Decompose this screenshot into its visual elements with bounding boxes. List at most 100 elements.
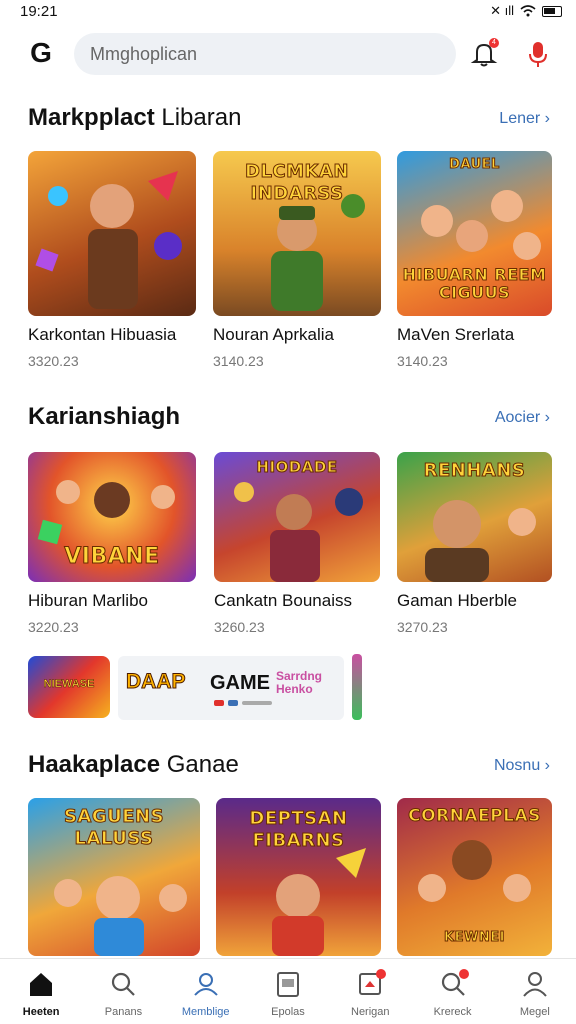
nav-item-home[interactable]: Heeten [0,959,82,1024]
search-input[interactable]: Mmghoplican [74,33,456,75]
nav-label: Nerigan [351,1006,390,1018]
nav-label: Memblige [181,1006,230,1018]
game-logo-text: HIODADE [256,458,338,477]
game-thumbnail: HIODADE [214,452,380,582]
section-title-bold: Haakaplace [28,751,161,778]
game-title: Nouran Aprkalia [213,325,334,344]
section-title-3: Haakaplace Ganae [28,751,239,779]
game-meta: 3260.23 [214,619,265,635]
game-logo-text: SAGUENS LALUSS [63,806,165,850]
game-card[interactable]: SAGUENS LALUSS [28,798,200,956]
nav-item-profile[interactable]: Megel [494,959,576,1024]
game-title: Hiburan Marlibo [28,591,148,610]
profile-icon [523,972,547,997]
game-logo-bottom-text: KEWNEI [444,930,505,946]
notifications-button[interactable]: 4 [468,38,500,70]
game-thumbnail: VIBANE [28,452,196,582]
promo-dot [242,701,272,705]
game-logo-text: DLCMKAN INDARSS [245,161,349,205]
nav-label: Megel [519,1006,550,1018]
home-icon [30,973,53,996]
game-thumbnail [28,151,196,316]
promo-game-label: GAME [210,672,270,694]
section-title-2: Karianshiagh [28,403,180,431]
nav-label: Krereck [433,1006,472,1018]
promo-banner[interactable]: NIEWASE DAAP GAME Sarrdng Henko [28,654,368,720]
nav-label: Heeten [22,1006,60,1018]
promo-side-text: Sarrdng Henko [276,669,323,696]
nav-item-people[interactable]: Memblige [165,959,247,1024]
game-card[interactable]: DLCMKAN INDARSS Nouran Aprkalia 3140.23 [213,151,381,369]
game-card[interactable]: DAUEL HIBUARN REEM CIGUUS MaVen Srerlata… [397,151,552,369]
nav-item-search[interactable]: Panans [82,959,164,1024]
google-logo-icon[interactable]: G [26,38,56,68]
game-logo-text: RENHANS [423,460,526,482]
game-card[interactable]: CORNAEPLAS KEWNEI [397,798,552,956]
game-title: Cankatn Bounaiss [214,591,352,610]
game-thumbnail: DLCMKAN INDARSS [213,151,381,316]
section-title-light: Libaran [154,104,242,131]
see-more-label: Aocier [494,409,541,426]
nav-label: Panans [104,1006,143,1018]
game-logo-text: VIBANE [64,544,160,570]
people-icon [193,973,218,996]
search-icon [112,972,136,996]
tablet-icon [276,972,299,997]
nav-label: Epolas [271,1006,305,1018]
see-more-link-3[interactable]: Nosnu › [494,757,550,775]
game-title: Gaman Hberble [397,591,518,610]
game-card[interactable]: HIODADE Cankatn Bounaiss 3260.23 [214,452,380,635]
game-thumbnail: DEPTSAN FIBARNS [216,798,381,956]
search-placeholder: Mmghoplican [90,44,198,64]
game-card[interactable]: Karkontan Hibuasia 3320.23 [28,151,196,369]
game-meta: 3140.23 [397,353,448,369]
notification-badge: 4 [489,38,499,48]
see-more-label: Lener [499,110,541,127]
game-thumbnail: CORNAEPLAS KEWNEI [397,798,552,956]
nav-badge [458,969,469,979]
see-more-link-2[interactable]: Aocier › [495,409,550,427]
game-meta: 3140.23 [213,353,264,369]
status-bar: 19:21 ✕ ıll [0,0,576,22]
game-card[interactable]: DEPTSAN FIBARNS [216,798,381,956]
section-title-bold: Karianshiagh [28,403,181,430]
wifi-icon [520,5,536,17]
bottom-navigation: Heeten Panans Memblige Epolas Nerigan Kr… [0,958,576,1024]
promo-thumbnail: NIEWASE [28,656,110,718]
game-meta: 3220.23 [28,619,79,635]
game-thumbnail: SAGUENS LALUSS [28,798,200,956]
nav-item-notifications[interactable]: Nerigan [329,959,411,1024]
promo-dapp-logo: DAAP [126,670,187,694]
see-more-link-1[interactable]: Lener › [499,110,550,128]
game-logo-text: CORNAEPLAS [408,806,541,827]
game-thumbnail: RENHANS [397,452,552,582]
nav-item-search-alt[interactable]: Krereck [411,959,493,1024]
promo-dot [214,700,224,706]
section-title-1: Markpplact Libaran [28,104,241,132]
game-art-image [35,171,182,309]
status-icons: ✕ ıll [490,3,562,19]
game-logo-top-text: DAUEL [449,157,500,173]
game-thumbnail: DAUEL HIBUARN REEM CIGUUS [397,151,552,316]
section-title-light: Ganae [160,751,239,778]
battery-icon [542,5,562,17]
game-logo-text: DEPTSAN FIBARNS [249,808,348,852]
section-title-bold: Markpplact [28,104,155,131]
microphone-button[interactable] [526,38,550,70]
game-meta: 3320.23 [28,353,79,369]
game-title: MaVen Srerlata [397,325,515,344]
game-logo-text: HIBUARN REEM CIGUUS [402,265,547,302]
game-meta: 3270.23 [397,619,448,635]
signal-icon: ✕ ıll [490,3,514,18]
nav-item-tablet[interactable]: Epolas [247,959,329,1024]
promo-banner-card: DAAP GAME Sarrdng Henko [118,656,344,720]
see-more-label: Nosnu [493,757,541,774]
game-card[interactable]: VIBANE Hiburan Marlibo 3220.23 [28,452,196,635]
game-card[interactable]: RENHANS Gaman Hberble 3270.23 [397,452,552,635]
promo-thumbnail-text: NIEWASE [43,678,95,691]
promo-pen-graphic [352,654,362,720]
promo-indicators [214,700,272,706]
status-time: 19:21 [20,2,58,20]
top-bar: G Mmghoplican 4 [0,30,576,78]
microphone-icon [529,42,547,67]
